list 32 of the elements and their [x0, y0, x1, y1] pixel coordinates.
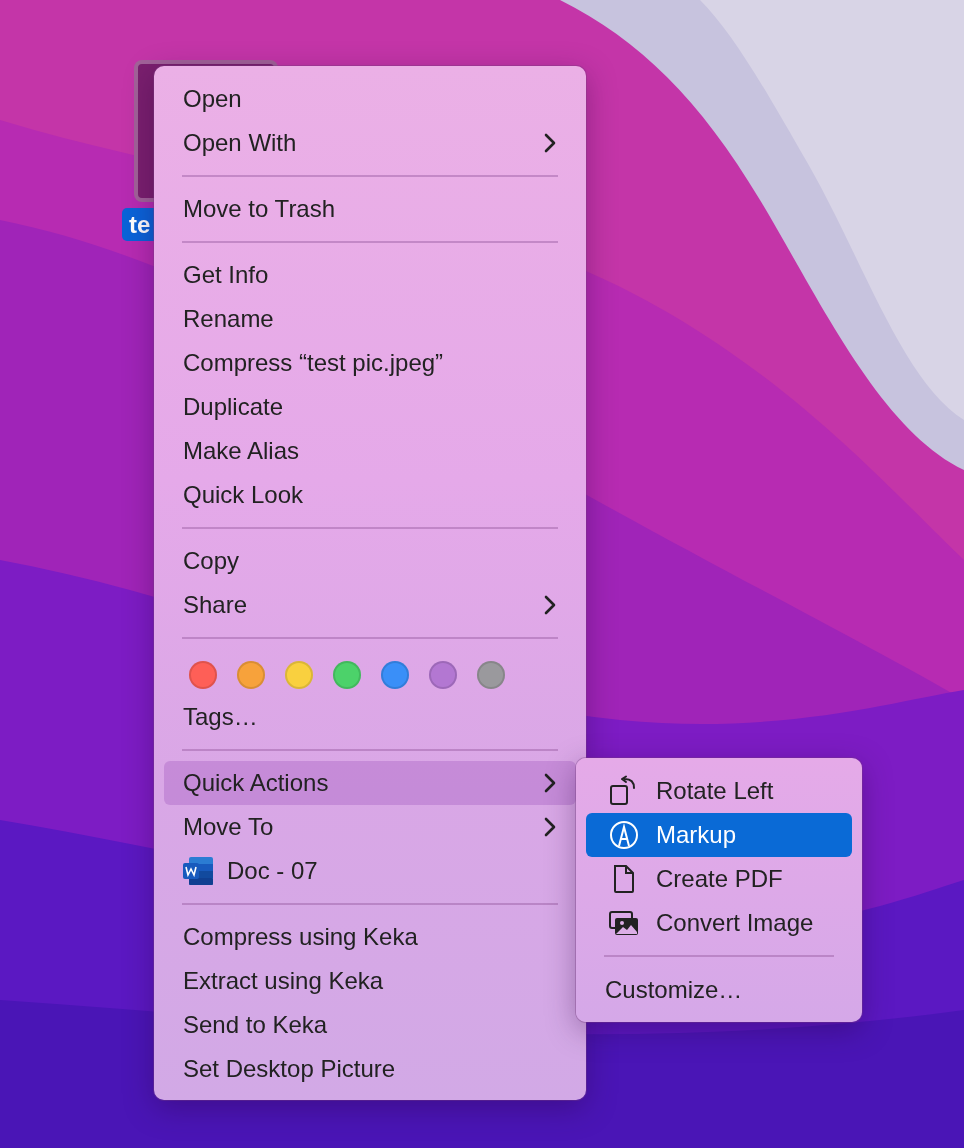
tag-color-dot[interactable] [189, 661, 217, 689]
menu-item[interactable]: Markup [586, 813, 852, 857]
menu-item[interactable]: Open [164, 77, 576, 121]
tag-color-dot[interactable] [285, 661, 313, 689]
menu-item[interactable]: Get Info [164, 253, 576, 297]
tag-color-dot[interactable] [237, 661, 265, 689]
menu-item[interactable]: Extract using Keka [164, 959, 576, 1003]
tag-color-dot[interactable] [381, 661, 409, 689]
document-app-icon [183, 855, 215, 887]
menu-item[interactable]: Tags… [164, 695, 576, 739]
menu-item[interactable]: Customize… [586, 968, 852, 1012]
menu-item[interactable]: Rename [164, 297, 576, 341]
menu-item[interactable]: Compress “test pic.jpeg” [164, 341, 576, 385]
menu-item[interactable]: Set Desktop Picture [164, 1047, 576, 1091]
menu-item[interactable]: Create PDF [586, 857, 852, 901]
menu-item[interactable]: Duplicate [164, 385, 576, 429]
pen-tip-icon [608, 819, 640, 851]
menu-item[interactable]: Compress using Keka [164, 915, 576, 959]
menu-item[interactable]: Share [164, 583, 576, 627]
menu-item[interactable]: Doc - 07 [164, 849, 576, 893]
menu-item[interactable]: Convert Image [586, 901, 852, 945]
tag-color-dot[interactable] [333, 661, 361, 689]
menu-item[interactable]: Rotate Left [586, 769, 852, 813]
tag-color-dot[interactable] [429, 661, 457, 689]
menu-item[interactable]: Send to Keka [164, 1003, 576, 1047]
menu-item[interactable]: Open With [164, 121, 576, 165]
menu-item[interactable]: Move To [164, 805, 576, 849]
menu-item[interactable]: Make Alias [164, 429, 576, 473]
menu-item[interactable]: Quick Look [164, 473, 576, 517]
menu-item[interactable]: Copy [164, 539, 576, 583]
menu-item[interactable]: Quick Actions [164, 761, 576, 805]
tag-color-dot[interactable] [477, 661, 505, 689]
